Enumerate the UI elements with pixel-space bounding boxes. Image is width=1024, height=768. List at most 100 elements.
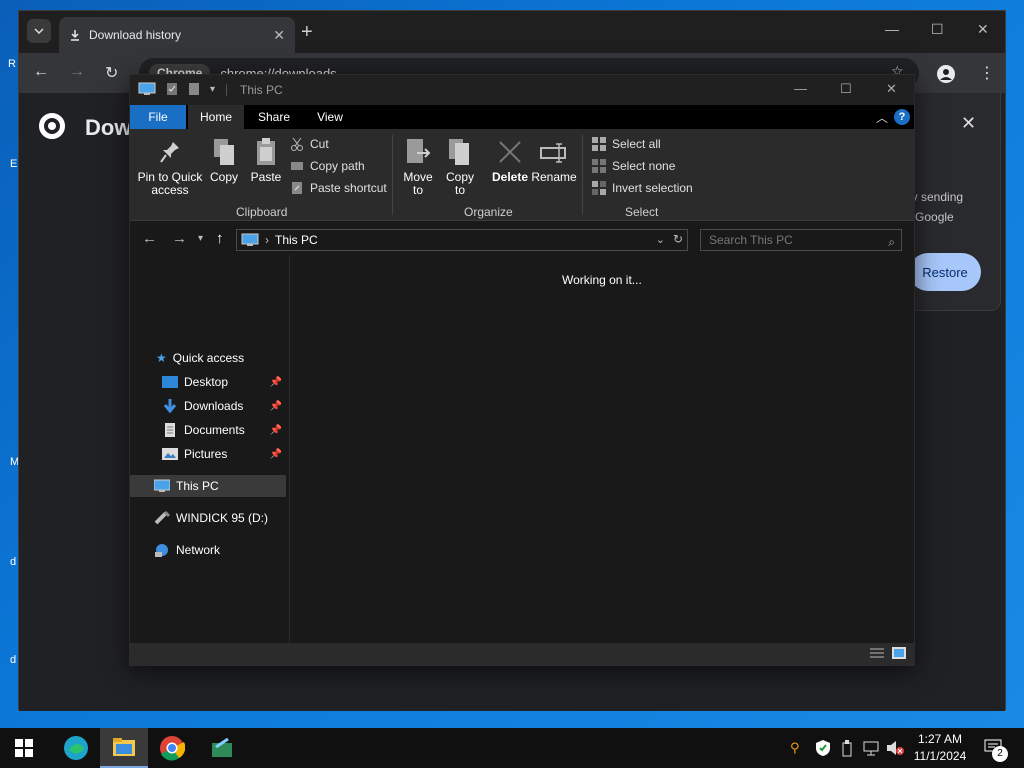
- tab-search-button[interactable]: [27, 19, 51, 43]
- usb-eject-icon[interactable]: [841, 739, 853, 757]
- profile-icon[interactable]: [937, 65, 955, 83]
- recent-locations-icon[interactable]: ▾: [198, 233, 203, 244]
- copy-to-icon: [449, 139, 469, 165]
- invert-selection-button[interactable]: Invert selection: [592, 179, 693, 197]
- help-icon[interactable]: ?: [894, 109, 910, 125]
- rename-label: Rename: [531, 170, 577, 184]
- ribbon-separator: [582, 135, 583, 215]
- start-button[interactable]: [0, 728, 48, 768]
- maximize-icon[interactable]: ☐: [840, 81, 852, 97]
- nav-this-pc[interactable]: This PC: [130, 475, 286, 497]
- copy-to-label: Copy to: [445, 170, 474, 197]
- new-folder-icon[interactable]: [188, 82, 200, 96]
- taskbar-file-explorer[interactable]: [100, 728, 148, 768]
- move-to-button[interactable]: Move to: [400, 135, 436, 197]
- select-all-button[interactable]: Select all: [592, 135, 661, 153]
- breadcrumb[interactable]: This PC: [275, 233, 318, 247]
- copy-path-button[interactable]: Copy path: [290, 157, 365, 175]
- back-icon[interactable]: ←: [142, 230, 157, 247]
- details-view-icon[interactable]: [870, 647, 884, 659]
- maximize-icon[interactable]: ☐: [931, 21, 944, 38]
- close-icon[interactable]: ✕: [886, 81, 897, 97]
- back-icon[interactable]: ←: [33, 63, 49, 81]
- app-icon: [212, 737, 232, 757]
- nav-label: Documents: [184, 423, 245, 437]
- taskbar-edge[interactable]: [52, 728, 100, 768]
- collapse-ribbon-icon[interactable]: ︿: [876, 109, 888, 126]
- cut-label: Cut: [310, 137, 329, 151]
- pin-to-quick-access-button[interactable]: Pin to Quick access: [136, 135, 204, 197]
- up-arrow-icon[interactable]: ↑: [216, 230, 224, 247]
- notification-count-badge: 2: [992, 746, 1008, 762]
- copy-label: Copy: [209, 170, 238, 184]
- invert-selection-label: Invert selection: [612, 181, 693, 195]
- copy-button[interactable]: Copy: [206, 135, 242, 184]
- search-input[interactable]: Search This PC ⌕: [700, 229, 902, 251]
- nav-documents[interactable]: Documents 📌: [130, 419, 286, 441]
- new-tab-button[interactable]: +: [301, 21, 313, 44]
- delete-label: Delete: [491, 170, 529, 184]
- forward-icon[interactable]: →: [172, 230, 187, 247]
- tab-file[interactable]: File: [130, 105, 186, 129]
- card-close-icon[interactable]: ✕: [961, 113, 976, 134]
- status-bar: [130, 643, 914, 665]
- tab-close-icon[interactable]: ✕: [273, 27, 285, 44]
- system-clock[interactable]: 1:27 AM 11/1/2024: [910, 731, 970, 765]
- select-group-label: Select: [625, 205, 659, 219]
- qat-separator: |: [225, 82, 229, 96]
- clipboard-group-label: Clipboard: [236, 205, 288, 219]
- copy-to-button[interactable]: Copy to: [442, 135, 478, 197]
- close-icon[interactable]: ✕: [977, 21, 989, 38]
- move-to-label: Move to: [403, 170, 433, 197]
- security-shield-icon[interactable]: [815, 739, 831, 757]
- nav-label: WINDICK 95 (D:): [176, 511, 269, 525]
- network-tray-icon[interactable]: [863, 740, 879, 756]
- nav-label: Downloads: [184, 399, 244, 413]
- nav-quick-access[interactable]: ★ Quick access: [130, 347, 286, 369]
- customize-qat-icon[interactable]: ▾: [210, 84, 215, 95]
- delete-button[interactable]: Delete: [490, 135, 530, 184]
- restore-button[interactable]: Restore: [909, 253, 981, 291]
- this-pc-icon: [154, 479, 170, 492]
- reload-icon[interactable]: ↻: [105, 63, 118, 83]
- nav-desktop[interactable]: Desktop 📌: [130, 371, 286, 393]
- nav-drive-d[interactable]: WINDICK 95 (D:): [130, 507, 286, 529]
- select-all-label: Select all: [612, 137, 661, 151]
- file-list-area[interactable]: Working on it...: [290, 255, 914, 643]
- folder-icon: [113, 738, 135, 756]
- organize-group-label: Organize: [464, 205, 513, 219]
- paste-button[interactable]: Paste: [248, 135, 284, 184]
- refresh-icon[interactable]: ↻: [673, 232, 683, 246]
- menu-icon[interactable]: ⋮: [979, 63, 995, 83]
- tab-share[interactable]: Share: [246, 105, 302, 129]
- rename-button[interactable]: Rename: [531, 135, 577, 184]
- properties-icon[interactable]: [166, 82, 178, 96]
- ribbon-tabs: File Home Share View ︿ ?: [130, 105, 914, 129]
- address-row: ← → ▾ ↑ › This PC ⌄ ↻ Search This PC ⌕: [130, 221, 914, 255]
- chrome-tabstrip: Download history ✕ + — ☐ ✕: [19, 11, 1005, 53]
- tab-download-history[interactable]: Download history ✕: [59, 17, 295, 53]
- paste-shortcut-button[interactable]: Paste shortcut: [290, 179, 387, 197]
- ribbon-home: Pin to Quick access Copy Paste Cut Copy …: [130, 129, 914, 221]
- taskbar-chrome[interactable]: [148, 728, 196, 768]
- nav-label: Pictures: [184, 447, 228, 461]
- nav-downloads[interactable]: Downloads 📌: [130, 395, 286, 417]
- address-dropdown-icon[interactable]: ⌄: [656, 233, 665, 246]
- tab-home[interactable]: Home: [188, 105, 244, 129]
- minimize-icon[interactable]: —: [794, 81, 807, 96]
- select-none-button[interactable]: Select none: [592, 157, 675, 175]
- large-icons-view-icon[interactable]: [892, 647, 906, 659]
- search-tray-icon[interactable]: ⚲: [790, 740, 800, 756]
- address-bar[interactable]: › This PC ⌄ ↻: [236, 229, 688, 251]
- tab-title: Download history: [89, 28, 182, 42]
- select-none-label: Select none: [612, 159, 676, 173]
- taskbar-app[interactable]: [198, 728, 246, 768]
- cut-button[interactable]: Cut: [290, 135, 329, 153]
- tab-view[interactable]: View: [302, 105, 358, 129]
- forward-icon[interactable]: →: [69, 63, 85, 81]
- minimize-icon[interactable]: —: [885, 21, 899, 37]
- download-icon: [71, 30, 79, 41]
- nav-network[interactable]: Network: [130, 539, 286, 561]
- nav-pictures[interactable]: Pictures 📌: [130, 443, 286, 465]
- volume-muted-icon[interactable]: [886, 740, 904, 756]
